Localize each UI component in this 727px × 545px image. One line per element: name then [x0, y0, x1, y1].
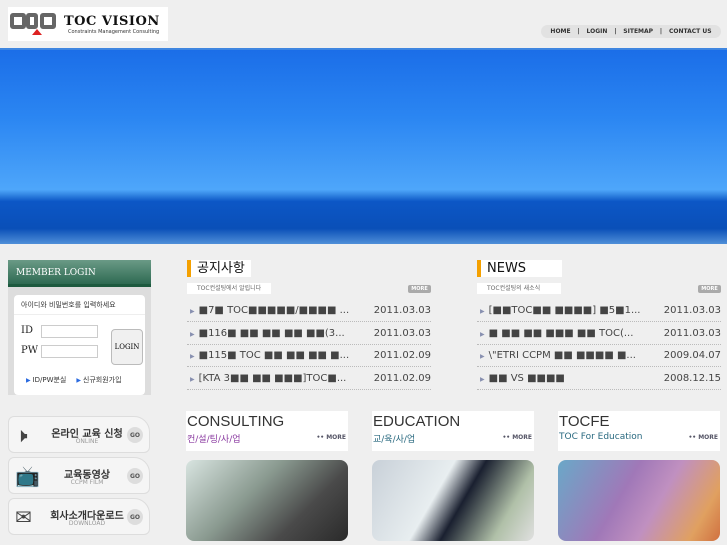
list-item[interactable]: ▶ [■■TOC■■ ■■■■] ■5■1... 2011.03.03 — [477, 300, 721, 322]
card-subtitle: 컨/설/팅/사/업 — [187, 435, 241, 445]
item-title[interactable]: ■7■ TOC■■■■■/■■■■ ... — [199, 305, 350, 316]
company-download-button[interactable]: ✉ 회사소개다운로드 DOWNLOAD GO — [8, 498, 150, 535]
list-item[interactable]: ▶ ■115■ TOC ■■ ■■ ■■ ■... 2011.02.09 — [187, 345, 431, 367]
go-button[interactable]: GO — [127, 468, 143, 484]
logo[interactable]: TOC VISION Constraints Management Consult… — [8, 7, 168, 41]
nav-contact-us[interactable]: CONTACT US — [669, 28, 712, 35]
consulting-photo — [186, 460, 348, 541]
chain-logo-icon — [10, 9, 64, 39]
login-message: 아이디와 비밀번호를 입력하세요 — [14, 295, 145, 315]
list-item[interactable]: ▶ ■116■ ■■ ■■ ■■ ■■(3... 2011.03.03 — [187, 323, 431, 345]
quick-sublabel: ONLINE — [75, 438, 99, 445]
login-button[interactable]: LOGIN — [111, 329, 143, 365]
notice-subtitle: TOC컨설팅에서 알립니다 — [187, 283, 271, 294]
item-date: 2009.04.07 — [663, 350, 721, 361]
nav-home[interactable]: HOME — [550, 28, 570, 35]
card-title: TOCFE — [559, 413, 610, 430]
card-title: CONSULTING — [187, 413, 285, 430]
nav-sitemap[interactable]: SITEMAP — [623, 28, 653, 35]
id-input[interactable] — [41, 325, 98, 338]
item-title[interactable]: ■■ VS ■■■■ — [489, 373, 565, 384]
item-date: 2011.03.03 — [663, 328, 721, 339]
logo-tagline: Constraints Management Consulting — [68, 28, 160, 35]
find-id-pw-link[interactable]: ID/PW분실 — [26, 375, 67, 385]
card-subtitle: TOC For Education — [559, 432, 643, 442]
notice-title: 공지사항 — [187, 260, 251, 277]
go-button[interactable]: GO — [127, 509, 143, 525]
logo-title: TOC VISION — [64, 13, 160, 29]
list-item[interactable]: ▶ [KTA 3■■ ■■ ■■■]TOC■... 2011.02.09 — [187, 368, 431, 390]
education-photo — [372, 460, 534, 541]
nav-login[interactable]: LOGIN — [587, 28, 608, 35]
go-button[interactable]: GO — [127, 427, 143, 443]
news-subtitle: TOC컨설팅의 새소식 — [477, 283, 561, 294]
tocfe-photo — [558, 460, 720, 541]
item-date: 2011.03.03 — [663, 305, 721, 316]
item-title[interactable]: [■■TOC■■ ■■■■] ■5■1... — [489, 305, 641, 316]
item-date: 2011.03.03 — [373, 328, 431, 339]
speaker-icon: 🕨 — [15, 423, 28, 447]
item-title[interactable]: ■115■ TOC ■■ ■■ ■■ ■... — [199, 350, 350, 361]
list-item[interactable]: ▶ ■7■ TOC■■■■■/■■■■ ... 2011.03.03 — [187, 300, 431, 322]
nav-separator: | — [614, 28, 617, 35]
item-date: 2011.02.09 — [373, 373, 431, 384]
more-link[interactable]: •• MORE — [316, 434, 346, 441]
member-login-header: MEMBER LOGIN — [8, 260, 151, 287]
envelope-icon: ✉ — [15, 505, 32, 529]
card-subtitle: 교/육/사/업 — [373, 435, 416, 445]
member-login-panel: MEMBER LOGIN 아이디와 비밀번호를 입력하세요 ID PW LOGI… — [8, 260, 151, 395]
top-nav: HOME | LOGIN | SITEMAP | CONTACT US — [541, 25, 721, 38]
item-date: 2011.02.09 — [373, 350, 431, 361]
card-title: EDUCATION — [373, 413, 461, 430]
main-banner — [0, 48, 727, 244]
item-title[interactable]: [KTA 3■■ ■■ ■■■]TOC■... — [199, 373, 347, 384]
list-item[interactable]: ▶ ■■ VS ■■■■ 2008.12.15 — [477, 368, 721, 390]
education-video-button[interactable]: 📺 교육동영상 CCPM FILM GO — [8, 457, 150, 494]
pw-label: PW — [21, 345, 39, 356]
news-more-button[interactable]: MORE — [698, 285, 721, 293]
quick-sublabel: CCPM FILM — [70, 479, 104, 486]
item-date: 2008.12.15 — [663, 373, 721, 384]
list-item[interactable]: ▶ ■ ■■ ■■ ■■■ ■■ TOC(... 2011.03.03 — [477, 323, 721, 345]
nav-separator: | — [577, 28, 580, 35]
id-label: ID — [21, 325, 33, 336]
pw-input[interactable] — [41, 345, 98, 358]
list-item[interactable]: ▶ \"ETRI CCPM ■■ ■■■■ ■... 2009.04.07 — [477, 345, 721, 367]
item-title[interactable]: \"ETRI CCPM ■■ ■■■■ ■... — [489, 350, 636, 361]
join-link[interactable]: 신규회원가입 — [76, 375, 122, 385]
item-date: 2011.03.03 — [373, 305, 431, 316]
tv-icon: 📺 — [15, 464, 40, 488]
notice-more-button[interactable]: MORE — [408, 285, 431, 293]
quick-sublabel: DOWNLOAD — [68, 520, 106, 527]
more-link[interactable]: •• MORE — [502, 434, 532, 441]
nav-separator: | — [659, 28, 663, 35]
online-education-button[interactable]: 🕨 온라인 교육 신청 ONLINE GO — [8, 416, 150, 453]
item-title[interactable]: ■ ■■ ■■ ■■■ ■■ TOC(... — [489, 328, 634, 339]
news-title: NEWS — [477, 260, 562, 277]
more-link[interactable]: •• MORE — [688, 434, 718, 441]
item-title[interactable]: ■116■ ■■ ■■ ■■ ■■(3... — [199, 328, 345, 339]
